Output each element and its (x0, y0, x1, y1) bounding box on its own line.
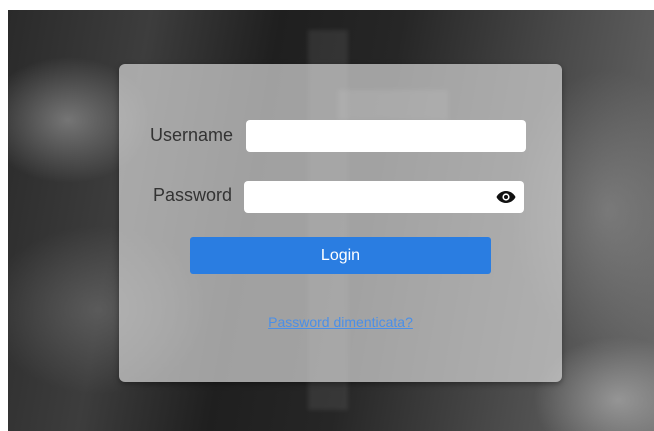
forgot-password-anchor[interactable]: Password dimenticata? (268, 314, 413, 330)
login-button[interactable]: Login (190, 237, 491, 274)
password-input[interactable] (244, 181, 524, 213)
password-label: Password (153, 185, 233, 205)
background-image: Username Password Login Password dimenti… (8, 10, 654, 431)
forgot-password-link: Password dimenticata? (119, 314, 562, 330)
username-input[interactable] (246, 120, 526, 152)
eye-icon-svg (496, 191, 516, 203)
login-card: Username Password Login Password dimenti… (119, 64, 562, 382)
eye-icon[interactable] (496, 189, 516, 205)
username-label: Username (150, 125, 234, 145)
